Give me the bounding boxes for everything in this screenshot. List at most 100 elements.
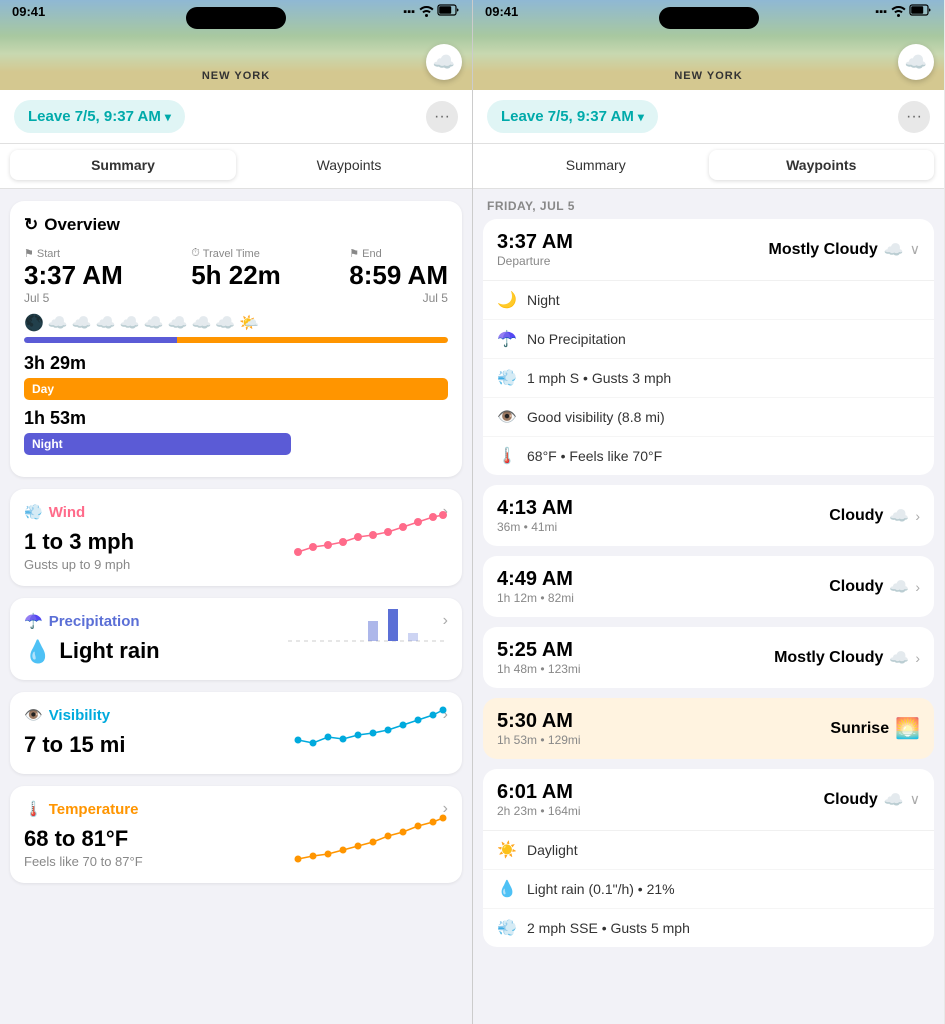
weather-icon-8: ☁️ (191, 313, 211, 333)
clock-icon: ⏱ (191, 247, 200, 260)
wp-601-chevron-icon: ∨ (910, 791, 920, 808)
right-map-header: 09:41 ▪▪▪ NEW YORK ☁️ (473, 0, 944, 90)
right-cloud-icon: ☁️ (898, 44, 934, 80)
detail-temp-text: 68°F • Feels like 70°F (527, 448, 662, 464)
precip-chart (288, 601, 448, 666)
weather-icon-6: ☁️ (144, 313, 164, 333)
tab-waypoints[interactable]: Waypoints (236, 150, 462, 180)
travel-label: ⏱ Travel Time (191, 247, 281, 260)
tab-summary[interactable]: Summary (10, 150, 236, 180)
wp-601-right: Cloudy ☁️ ∨ (824, 790, 920, 810)
waypoint-525: 5:25 AM 1h 48m • 123mi Mostly Cloudy ☁️ … (483, 627, 934, 688)
wp-449-main[interactable]: 4:49 AM 1h 12m • 82mi Cloudy ☁️ › (483, 556, 934, 617)
visibility-title: 👁️ Visibility (24, 706, 110, 724)
eye-detail-icon: 👁️ (497, 407, 517, 427)
wp-449-time: 4:49 AM (497, 568, 574, 591)
wind-card[interactable]: 💨 Wind › 1 to 3 mph Gusts up to 9 mph (10, 489, 462, 586)
more-button[interactable]: ··· (426, 101, 458, 133)
sunrise-card[interactable]: 5:30 AM 1h 53m • 129mi Sunrise 🌅 (483, 698, 934, 759)
weather-icon-4: ☁️ (96, 313, 116, 333)
thermometer-detail-icon: 🌡️ (497, 446, 517, 466)
wp-413-condition: Cloudy (829, 507, 883, 525)
right-signal-icon: ▪▪▪ (875, 6, 887, 18)
weather-icon-5: ☁️ (120, 313, 140, 333)
wp-525-right: Mostly Cloudy ☁️ › (774, 648, 920, 668)
left-panel: 09:41 ▪▪▪ NEW YORK ☁️ Leave 7/5, 9:37 AM… (0, 0, 472, 1024)
wp-449-right: Cloudy ☁️ › (829, 577, 920, 597)
day-bar (177, 337, 448, 343)
trip-start: ⚑ Start 3:37 AM Jul 5 (24, 247, 123, 305)
wp-449-cloud-icon: ☁️ (889, 577, 909, 597)
precipitation-card[interactable]: ☂️ Precipitation › 💧 Light rain (10, 598, 462, 680)
detail-precip: ☂️ No Precipitation (483, 320, 934, 359)
detail-wind-text-2: 2 mph SSE • Gusts 5 mph (527, 920, 690, 936)
right-status-icons: ▪▪▪ (875, 4, 932, 19)
weather-icon-7: ☁️ (168, 313, 188, 333)
wp-413-subtitle: 36m • 41mi (497, 520, 573, 534)
right-map-region: NEW YORK (674, 70, 742, 82)
wp-449-left: 4:49 AM 1h 12m • 82mi (497, 568, 574, 605)
wp-525-main[interactable]: 5:25 AM 1h 48m • 123mi Mostly Cloudy ☁️ … (483, 627, 934, 688)
right-leave-button[interactable]: Leave 7/5, 9:37 AM ▾ (487, 100, 658, 133)
wp-525-cloud-icon: ☁️ (889, 648, 909, 668)
more-icon: ··· (434, 108, 450, 126)
start-date: Jul 5 (24, 291, 123, 305)
right-tab-summary[interactable]: Summary (483, 150, 709, 180)
right-status-time: 09:41 (485, 4, 518, 19)
moon-icon: 🌙 (497, 290, 517, 310)
end-time: 8:59 AM (349, 260, 448, 291)
right-more-button[interactable]: ··· (898, 101, 930, 133)
detail-rain-text: Light rain (0.1"/h) • 21% (527, 881, 675, 897)
map-region: NEW YORK (202, 70, 270, 82)
rain-drop-icon-2: 💧 (497, 879, 517, 899)
wp-413-right: Cloudy ☁️ › (829, 506, 920, 526)
departure-cloud-icon: ☁️ (884, 240, 904, 260)
time-progress-bar (24, 337, 448, 343)
thermometer-icon: 🌡️ (24, 800, 43, 818)
end-date: Jul 5 (349, 291, 448, 305)
rain-drop-icon: 💧 (24, 639, 51, 665)
sunrise-label: Sunrise (830, 720, 889, 738)
start-label: ⚑ Start (24, 247, 123, 260)
wp-525-left: 5:25 AM 1h 48m • 123mi (497, 639, 581, 676)
right-leave-label: Leave 7/5, 9:37 AM (501, 108, 634, 125)
sunrise-subtitle: 1h 53m • 129mi (497, 733, 581, 747)
sun-icon: ☀️ (497, 840, 517, 860)
cloud-weather-icon: ☁️ (426, 44, 462, 80)
departure-details: 🌙 Night ☂️ No Precipitation 💨 1 mph S • … (483, 281, 934, 475)
wifi-icon (419, 4, 434, 19)
sunrise-right: Sunrise 🌅 (830, 716, 920, 741)
precip-title: ☂️ Precipitation (24, 612, 140, 630)
wp-413-left: 4:13 AM 36m • 41mi (497, 497, 573, 534)
wp-601-main[interactable]: 6:01 AM 2h 23m • 164mi Cloudy ☁️ ∨ (483, 769, 934, 831)
right-tab-waypoints[interactable]: Waypoints (709, 150, 935, 180)
day-duration-label: 3h 29m (24, 353, 448, 374)
detail-temp: 🌡️ 68°F • Feels like 70°F (483, 437, 934, 475)
waypoint-449: 4:49 AM 1h 12m • 82mi Cloudy ☁️ › (483, 556, 934, 617)
travel-time: 5h 22m (191, 260, 281, 291)
temperature-card[interactable]: 🌡️ Temperature › 68 to 81°F Feels like 7… (10, 786, 462, 883)
departure-main[interactable]: 3:37 AM Departure Mostly Cloudy ☁️ ∨ (483, 219, 934, 281)
end-flag-icon: ⚑ (349, 247, 359, 260)
status-icons: ▪▪▪ (403, 4, 460, 19)
right-panel: 09:41 ▪▪▪ NEW YORK ☁️ Leave 7/5, 9:37 AM… (472, 0, 944, 1024)
overview-header: ↻ Overview (24, 215, 448, 235)
wind-icon-2: 💨 (497, 918, 517, 938)
night-duration-label: 1h 53m (24, 408, 448, 429)
detail-rain: 💧 Light rain (0.1"/h) • 21% (483, 870, 934, 909)
trip-travel: ⏱ Travel Time 5h 22m (191, 247, 281, 305)
visibility-card[interactable]: 👁️ Visibility › 7 to 15 mi (10, 692, 462, 774)
wp-449-subtitle: 1h 12m • 82mi (497, 591, 574, 605)
wp-413-main[interactable]: 4:13 AM 36m • 41mi Cloudy ☁️ › (483, 485, 934, 546)
battery-icon (438, 4, 460, 19)
departure-card: 3:37 AM Departure Mostly Cloudy ☁️ ∨ 🌙 N… (483, 219, 934, 475)
precip-value: Light rain (59, 638, 159, 664)
right-tab-row: Summary Waypoints (473, 144, 944, 189)
start-time: 3:37 AM (24, 260, 123, 291)
sunrise-left: 5:30 AM 1h 53m • 129mi (497, 710, 581, 747)
signal-icon: ▪▪▪ (403, 6, 415, 18)
departure-right: Mostly Cloudy ☁️ ∨ (768, 240, 920, 260)
leave-button[interactable]: Leave 7/5, 9:37 AM ▾ (14, 100, 185, 133)
detail-daylight: ☀️ Daylight (483, 831, 934, 870)
right-leave-row: Leave 7/5, 9:37 AM ▾ ··· (473, 90, 944, 144)
